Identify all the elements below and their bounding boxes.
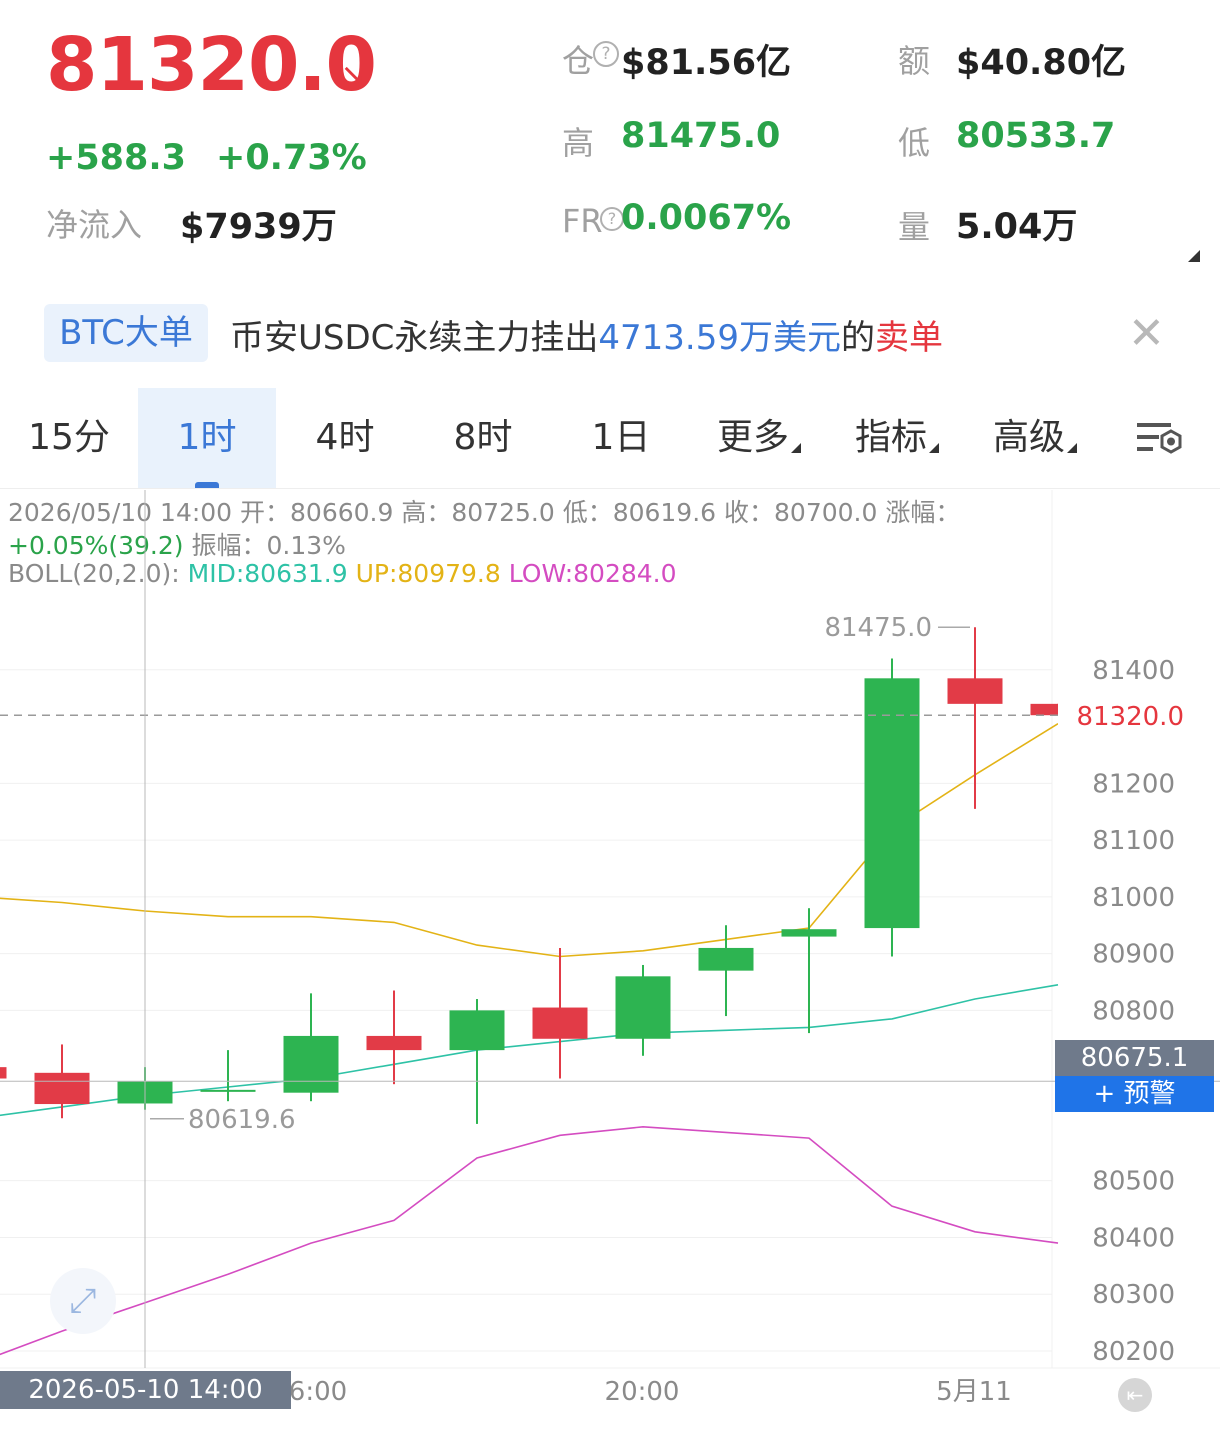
low-marker-label: 80619.6 bbox=[188, 1105, 296, 1135]
candle-up bbox=[781, 929, 837, 937]
y-tick-label: 81400 bbox=[1092, 656, 1175, 686]
candle-up bbox=[200, 1089, 256, 1092]
y-tick-label: 80200 bbox=[1092, 1337, 1175, 1367]
candle-down bbox=[366, 1035, 422, 1051]
y-tick-label: 80800 bbox=[1092, 996, 1175, 1026]
y-tick-label: 81000 bbox=[1092, 883, 1175, 913]
scroll-to-latest-icon[interactable]: ⇤ bbox=[1118, 1378, 1152, 1412]
candle-up bbox=[449, 1010, 505, 1051]
candle-down bbox=[947, 678, 1003, 704]
candlestick-chart[interactable]: 81400 81200 81100 81000 80900 80800 80500 80400… bbox=[0, 0, 1220, 1429]
x-tick-label: 6:00 bbox=[289, 1377, 347, 1407]
candle-down bbox=[0, 1067, 7, 1079]
high-marker-label: 81475.0 bbox=[824, 613, 932, 643]
candle-up bbox=[283, 1035, 339, 1093]
candle-down bbox=[532, 1007, 588, 1039]
current-price-label: 81320.0 bbox=[1076, 702, 1184, 732]
y-tick-label: 80900 bbox=[1092, 940, 1175, 970]
boll-lower-line bbox=[0, 1125, 1059, 1356]
y-tick-label: 81100 bbox=[1092, 826, 1175, 856]
add-alert-button[interactable]: + 预警 bbox=[1055, 1076, 1214, 1112]
x-tick-label: 20:00 bbox=[605, 1377, 680, 1407]
candle-up bbox=[615, 976, 671, 1039]
y-tick-label: 80500 bbox=[1092, 1167, 1175, 1197]
candle-up bbox=[698, 947, 754, 971]
crosshair-date-label: 2026-05-10 14:00 bbox=[0, 1371, 291, 1409]
y-tick-label: 80300 bbox=[1092, 1280, 1175, 1310]
expand-icon[interactable]: ⤢ bbox=[50, 1268, 116, 1334]
candle-down bbox=[34, 1072, 90, 1105]
crosshair-price-label: 80675.1 bbox=[1055, 1040, 1214, 1076]
y-tick-label: 80400 bbox=[1092, 1223, 1175, 1253]
x-tick-label: 5月11 bbox=[936, 1377, 1012, 1407]
y-tick-label: 81200 bbox=[1092, 769, 1175, 799]
